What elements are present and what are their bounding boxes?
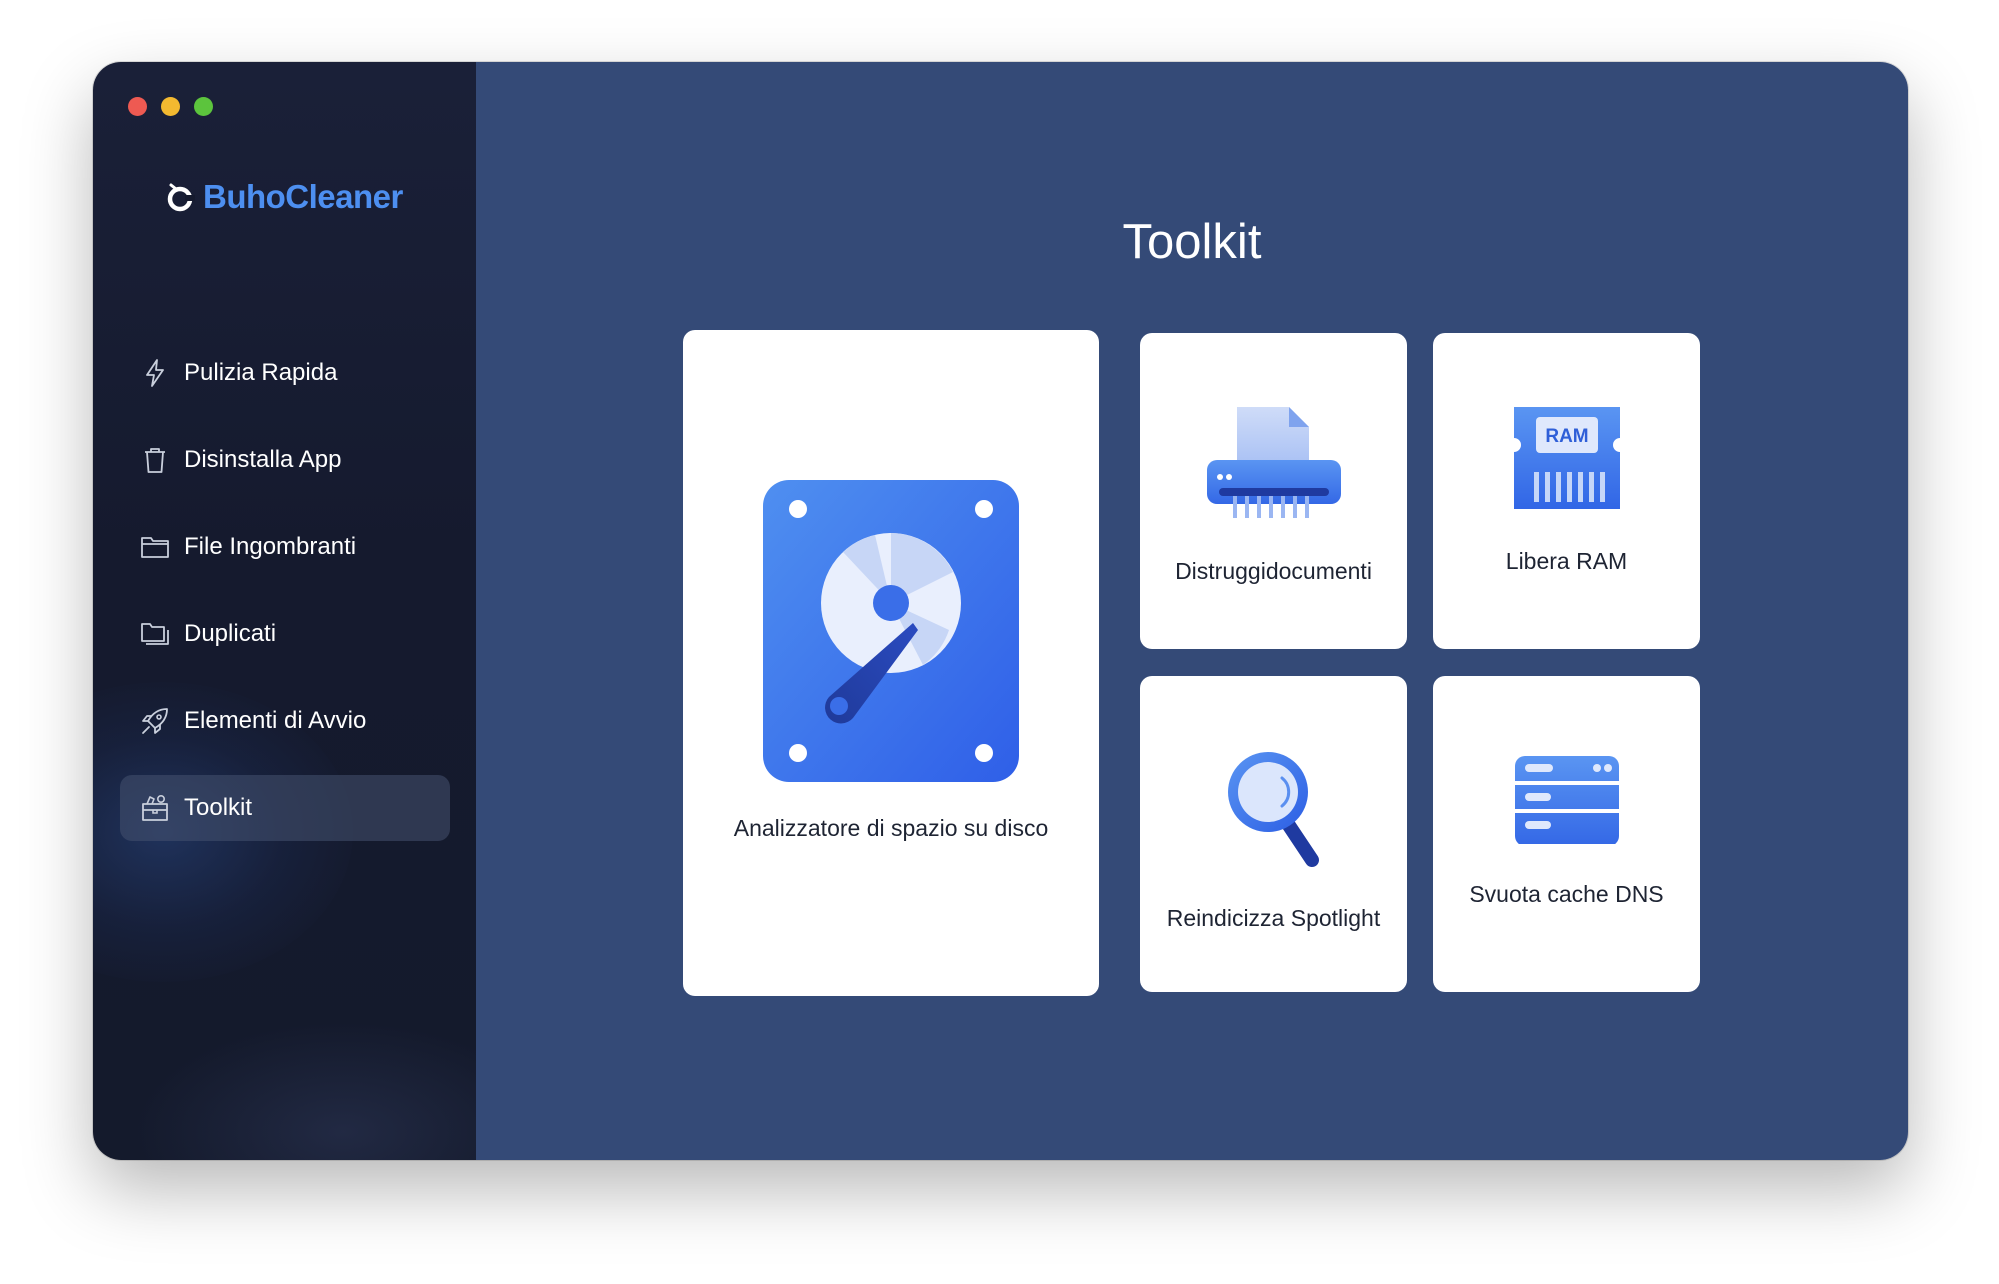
sidebar-item-label: Toolkit [184,794,253,821]
sidebar-item-label: Disinstalla App [184,446,342,473]
close-window-button[interactable] [128,97,147,116]
server-icon [1513,748,1621,849]
sidebar-item-pulizia-rapida[interactable]: Pulizia Rapida [120,340,450,406]
tool-label: Reindicizza Spotlight [1166,905,1381,931]
sidebar-item-file-ingombranti[interactable]: File Ingombranti [120,514,450,580]
tool-card-shredder[interactable]: Distruggidocumenti [1140,333,1407,649]
trash-icon [140,445,170,475]
duplicate-folder-icon [140,619,170,649]
magnifier-icon [1224,748,1324,873]
lightning-icon [140,358,170,388]
ram-icon: RAM [1512,405,1622,516]
sidebar-item-duplicati[interactable]: Duplicati [120,601,450,667]
minimize-window-button[interactable] [161,97,180,116]
sidebar-item-label: File Ingombranti [184,533,357,560]
folder-icon [140,532,170,562]
rocket-icon [140,706,170,736]
window-controls [128,97,213,116]
sidebar-item-toolkit[interactable]: Toolkit [120,775,450,841]
main-panel: Toolkit Analizzatore di spazio su disco … [476,62,1908,1160]
ram-chip-text: RAM [1545,426,1588,447]
zoom-window-button[interactable] [194,97,213,116]
tool-card-flush-dns[interactable]: Svuota cache DNS [1433,676,1700,992]
tool-label: Distruggidocumenti [1175,558,1372,584]
app-name: BuhoCleaner [203,178,403,215]
sidebar-item-label: Elementi di Avvio [184,707,367,734]
tool-label: Libera RAM [1505,548,1628,574]
owl-logo-icon [167,183,195,212]
tool-card-free-ram[interactable]: RAM Libera RAM [1433,333,1700,649]
brand: BuhoCleaner [163,178,403,216]
sidebar-item-disinstalla-app[interactable]: Disinstalla App [120,427,450,493]
tool-card-reindex-spotlight[interactable]: Reindicizza Spotlight [1140,676,1407,992]
sidebar: BuhoCleaner Pulizia Rapida Disinstalla A… [93,62,476,1160]
sidebar-item-label: Duplicati [184,620,277,647]
sidebar-item-elementi-di-avvio[interactable]: Elementi di Avvio [120,688,450,754]
tool-label: Analizzatore di spazio su disco [733,815,1049,841]
sidebar-nav: Pulizia Rapida Disinstalla App File Ingo… [120,340,450,862]
shredder-icon [1206,405,1341,526]
tool-label: Svuota cache DNS [1469,881,1664,907]
sidebar-glow-bottom [133,1022,476,1160]
page-title: Toolkit [1122,215,1262,269]
toolbox-icon [140,793,170,823]
disk-analyzer-icon [763,480,1019,787]
sidebar-item-label: Pulizia Rapida [184,359,338,386]
tool-card-disk-analyzer[interactable]: Analizzatore di spazio su disco [683,330,1099,996]
app-window: BuhoCleaner Pulizia Rapida Disinstalla A… [93,62,1908,1160]
